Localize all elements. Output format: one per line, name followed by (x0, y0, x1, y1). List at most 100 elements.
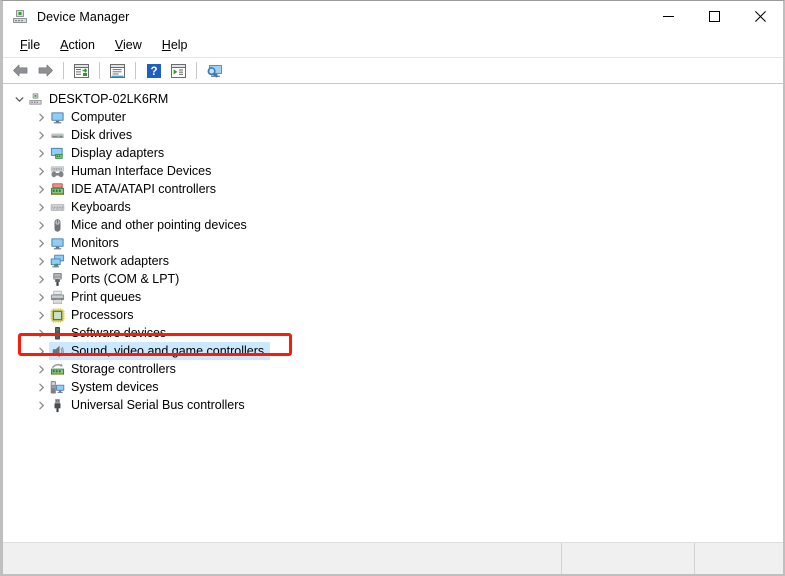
forward-arrow-icon[interactable] (33, 60, 58, 82)
chevron-right-icon[interactable] (33, 397, 49, 413)
menu-view-rest: iew (123, 38, 142, 52)
chevron-right-icon[interactable] (33, 307, 49, 323)
maximize-button[interactable] (691, 1, 737, 32)
tree-item-label: Mice and other pointing devices (71, 217, 253, 233)
tree-item-label: Print queues (71, 289, 147, 305)
menu-bar: File Action View Help (3, 32, 783, 58)
speaker-icon (49, 343, 65, 359)
chevron-right-icon[interactable] (33, 199, 49, 215)
chevron-right-icon[interactable] (33, 109, 49, 125)
menu-file-accel: F (20, 38, 28, 52)
chevron-right-icon[interactable] (33, 325, 49, 341)
tree-item-label: Display adapters (71, 145, 170, 161)
help-icon[interactable]: ? (141, 60, 166, 82)
tree-item-mice[interactable]: Mice and other pointing devices (3, 216, 783, 234)
close-button[interactable] (737, 1, 783, 32)
printer-icon (49, 289, 65, 305)
device-tree[interactable]: DESKTOP-02LK6RM Computer (3, 84, 783, 542)
usb-icon (49, 397, 65, 413)
menu-file-rest: ile (28, 38, 41, 52)
tree-item-label: Processors (71, 307, 140, 323)
chevron-right-icon[interactable] (33, 217, 49, 233)
chevron-down-icon[interactable] (11, 91, 27, 107)
tree-root-row[interactable]: DESKTOP-02LK6RM (3, 90, 783, 108)
status-bar (3, 542, 783, 574)
monitor-icon (49, 235, 65, 251)
port-connector-icon (49, 271, 65, 287)
menu-action-rest: ction (69, 38, 95, 52)
tree-item-disk-drives[interactable]: Disk drives (3, 126, 783, 144)
menu-help-accel: H (162, 38, 171, 52)
tree-item-label: Network adapters (71, 253, 175, 269)
selection-highlight: Sound, video and game controllers (49, 342, 270, 360)
tree-item-sound-video-game-controllers[interactable]: Sound, video and game controllers (3, 342, 783, 360)
tree-item-system-devices[interactable]: System devices (3, 378, 783, 396)
chevron-right-icon[interactable] (33, 271, 49, 287)
mouse-icon (49, 217, 65, 233)
tree-item-label: Monitors (71, 235, 125, 251)
device-manager-window: Device Manager File Action View Help (0, 0, 785, 576)
update-driver-icon[interactable] (166, 60, 191, 82)
minimize-button[interactable] (645, 1, 691, 32)
computer-root-icon (27, 91, 43, 107)
status-cell-b (695, 543, 783, 574)
menu-help[interactable]: Help (153, 35, 197, 55)
tree-item-software-devices[interactable]: Software devices (3, 324, 783, 342)
menu-file[interactable]: File (11, 35, 49, 55)
tree-item-ide-controllers[interactable]: IDE ATA/ATAPI controllers (3, 180, 783, 198)
status-main (3, 543, 562, 574)
chevron-right-icon[interactable] (33, 289, 49, 305)
tree-item-network-adapters[interactable]: Network adapters (3, 252, 783, 270)
tree-item-print-queues[interactable]: Print queues (3, 288, 783, 306)
window-title: Device Manager (37, 10, 129, 24)
toolbar-separator-3 (135, 62, 136, 79)
tree-item-storage-controllers[interactable]: Storage controllers (3, 360, 783, 378)
tree-item-ports[interactable]: Ports (COM & LPT) (3, 270, 783, 288)
network-adapter-icon (49, 253, 65, 269)
show-hide-console-tree-icon[interactable] (69, 60, 94, 82)
properties-icon[interactable] (105, 60, 130, 82)
menu-action-accel: A (60, 38, 68, 52)
chevron-right-icon[interactable] (33, 181, 49, 197)
tree-item-label: Keyboards (71, 199, 137, 215)
tree-item-processors[interactable]: Processors (3, 306, 783, 324)
toolbar-separator-1 (63, 62, 64, 79)
tree-item-keyboards[interactable]: Keyboards (3, 198, 783, 216)
tree-item-usb-controllers[interactable]: Universal Serial Bus controllers (3, 396, 783, 414)
tree-item-human-interface-devices[interactable]: Human Interface Devices (3, 162, 783, 180)
disk-drive-icon (49, 127, 65, 143)
scan-for-hardware-changes-icon[interactable] (202, 60, 227, 82)
processor-chip-icon (49, 307, 65, 323)
hid-icon (49, 163, 65, 179)
monitor-icon (49, 109, 65, 125)
svg-text:?: ? (150, 66, 157, 78)
chevron-right-icon[interactable] (33, 361, 49, 377)
chevron-right-icon[interactable] (33, 253, 49, 269)
tree-item-computer[interactable]: Computer (3, 108, 783, 126)
chevron-right-icon[interactable] (33, 127, 49, 143)
storage-controller-icon (49, 361, 65, 377)
system-device-icon (49, 379, 65, 395)
menu-help-rest: elp (171, 38, 188, 52)
menu-action[interactable]: Action (51, 35, 104, 55)
tree-item-label: Universal Serial Bus controllers (71, 397, 251, 413)
software-device-icon (49, 325, 65, 341)
tree-item-display-adapters[interactable]: Display adapters (3, 144, 783, 162)
tree-item-label: System devices (71, 379, 165, 395)
menu-view-accel: V (115, 38, 123, 52)
chevron-right-icon[interactable] (33, 145, 49, 161)
toolbar-separator-2 (99, 62, 100, 79)
chevron-right-icon[interactable] (33, 343, 49, 359)
toolbar-separator-4 (196, 62, 197, 79)
chevron-right-icon[interactable] (33, 235, 49, 251)
device-manager-icon (12, 9, 28, 25)
ide-controller-icon (49, 181, 65, 197)
menu-view[interactable]: View (106, 35, 151, 55)
chevron-right-icon[interactable] (33, 163, 49, 179)
back-arrow-icon[interactable] (8, 60, 33, 82)
tree-root-label: DESKTOP-02LK6RM (49, 91, 174, 107)
tree-item-label: Storage controllers (71, 361, 182, 377)
chevron-right-icon[interactable] (33, 379, 49, 395)
tree-item-label: Software devices (71, 325, 172, 341)
tree-item-monitors[interactable]: Monitors (3, 234, 783, 252)
